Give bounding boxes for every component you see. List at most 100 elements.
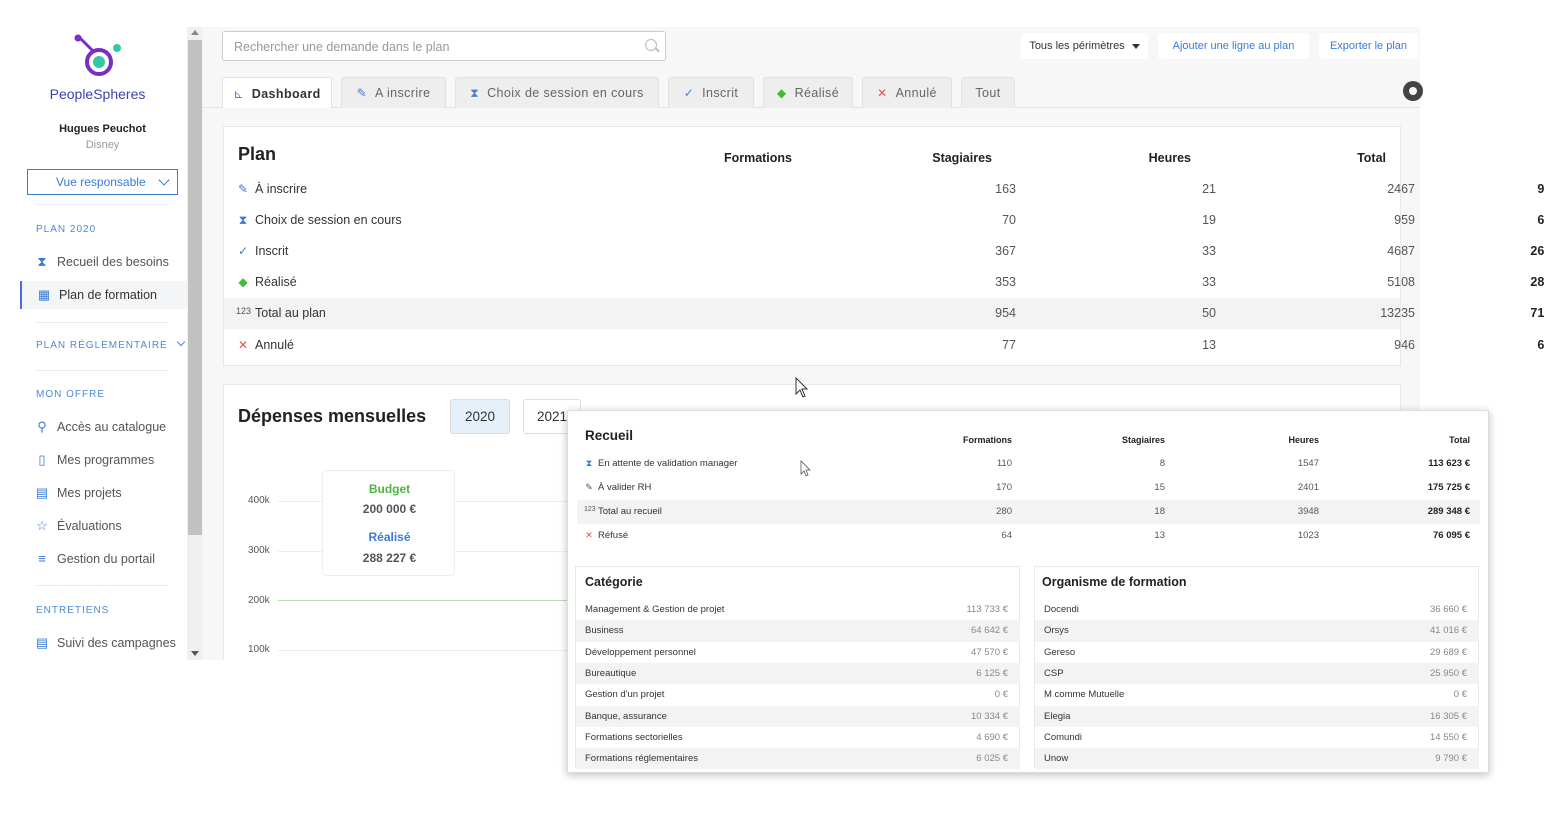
tab-dashboard[interactable]: ⊾ Dashboard (222, 77, 332, 109)
cell-stagiaires: 13 (1202, 338, 1216, 352)
categorie-title: Catégorie (585, 575, 643, 589)
chevron-down-icon (176, 337, 185, 347)
sidebar-item-plan-de-formation[interactable]: ▦ Plan de formation (20, 281, 187, 309)
cell-total: 113 623 € (1428, 458, 1470, 469)
plan-row-annule[interactable]: ✕ Annulé 77 13 946 66 330 € (224, 330, 1544, 361)
cell-stagiaires: 8 (1159, 458, 1165, 469)
hourglass-icon: ⧗ (585, 458, 593, 468)
plan-row-total[interactable]: 123 Total au plan 954 50 13235 714 657 € (224, 298, 1544, 329)
categorie-row[interactable]: Bureautique 6 125 € (576, 662, 1020, 685)
sidebar-item-gestion-du-portail[interactable]: ≡ Gestion du portail (20, 545, 187, 573)
organisme-row[interactable]: CSP 25 950 € (1035, 662, 1479, 685)
tab-annule[interactable]: ✕ Annulé (862, 77, 952, 108)
row-label: CSP (1044, 667, 1064, 679)
gear-icon[interactable] (1403, 81, 1423, 101)
user-company: Disney (85, 139, 120, 151)
organisme-row[interactable]: Elegia 16 305 € (1035, 705, 1479, 727)
organisme-row[interactable]: Unow 9 790 € (1035, 748, 1479, 770)
tab-choix-de-session[interactable]: ⧗ Choix de session en cours (455, 77, 659, 108)
row-label: Banque, assurance (585, 710, 667, 722)
sidebar-item-evaluations[interactable]: ☆ Évaluations (20, 512, 187, 540)
row-label: Formations sectorielles (585, 731, 683, 743)
organisme-row[interactable]: M comme Mutuelle 0 € (1035, 684, 1479, 705)
sidebar-item-recueil-des-besoins[interactable]: ⧗ Recueil des besoins (20, 248, 187, 276)
tab-inscrit[interactable]: ✓ Inscrit (668, 77, 754, 108)
training-plan-icon: ▦ (37, 287, 51, 302)
view-select[interactable]: Vue responsable (27, 169, 178, 195)
cell-total: 76 095 € (1433, 530, 1470, 541)
categorie-row[interactable]: Formations réglementaires 6 025 € (576, 748, 1020, 770)
cross-icon: ✕ (237, 338, 249, 352)
categorie-row[interactable]: Banque, assurance 10 334 € (576, 705, 1020, 727)
organisme-row[interactable]: Comundi 14 550 € (1035, 727, 1479, 748)
export-button[interactable]: Exporter le plan (1319, 33, 1418, 59)
tab-realise[interactable]: ◆ Réalisé (763, 77, 853, 108)
row-label: Comundi (1044, 731, 1083, 743)
organisme-row[interactable]: Docendi 36 660 € (1035, 599, 1479, 620)
budget-line (278, 600, 568, 601)
row-label: Réalisé (255, 275, 297, 289)
recueil-row-attente-manager[interactable]: ⧗ En attente de validation manager 110 8… (577, 452, 1480, 476)
plan-title: Plan (238, 144, 277, 164)
row-label: Orsys (1044, 625, 1069, 637)
row-value: 47 570 € (971, 646, 1008, 658)
cell-total: 261 412 € (1530, 244, 1544, 258)
plan-row-choix-de-session[interactable]: ⧗ Choix de session en cours 70 19 959 66… (224, 205, 1544, 236)
categorie-row[interactable]: Gestion d'un projet 0 € (576, 684, 1020, 705)
categorie-row[interactable]: Business 64 642 € (576, 620, 1020, 642)
sidebar-item-acces-au-catalogue[interactable]: ⚲ Accès au catalogue (20, 413, 187, 441)
sidebar-item-mes-programmes[interactable]: ▯ Mes programmes (20, 446, 187, 474)
scrollbar-thumb[interactable] (188, 40, 202, 535)
row-label: Docendi (1044, 604, 1079, 615)
year-button-2020[interactable]: 2020 (450, 399, 510, 434)
depenses-title: Dépenses mensuelles (238, 406, 427, 426)
row-value: 29 689 € (1430, 646, 1467, 658)
tab-tout[interactable]: Tout (961, 77, 1015, 108)
scroll-up-icon[interactable] (191, 30, 199, 35)
add-line-button[interactable]: Ajouter une ligne au plan (1158, 33, 1309, 59)
row-value: 64 642 € (971, 625, 1008, 637)
tab-a-inscrire[interactable]: ✎ A inscrire (341, 77, 446, 108)
organisme-row[interactable]: Gereso 29 689 € (1035, 642, 1479, 663)
divider (36, 370, 168, 371)
graduation-cap-icon: ◆ (776, 86, 787, 100)
row-value: 36 660 € (1430, 604, 1467, 615)
col-header-stagiaires: Stagiaires (932, 151, 992, 165)
cell-total: 97 964 € (1537, 182, 1544, 196)
plan-row-a-inscrire[interactable]: ✎ À inscrire 163 21 2467 97 964 € (224, 174, 1544, 205)
categorie-row[interactable]: Formations sectorielles 4 690 € (576, 727, 1020, 748)
row-label: Total au plan (255, 306, 326, 320)
section-title-plan-reglementaire[interactable]: PLAN RÉGLEMENTAIRE (36, 337, 185, 351)
recueil-row-refuse[interactable]: ✕ Réfusé 64 13 1023 76 095 € (577, 524, 1480, 548)
categorie-row[interactable]: Développement personnel 47 570 € (576, 642, 1020, 663)
search-input[interactable]: Rechercher une demande dans le plan (222, 31, 666, 61)
divider (36, 585, 168, 586)
perimeter-select[interactable]: Tous les périmètres (1021, 33, 1148, 59)
realise-value: 288 227 € (362, 551, 417, 565)
scroll-down-icon[interactable] (191, 651, 199, 656)
sidebar-item-mes-projets[interactable]: ▤ Mes projets (20, 479, 187, 507)
search-placeholder: Rechercher une demande dans le plan (234, 40, 450, 54)
cell-stagiaires: 15 (1154, 482, 1165, 493)
tab-label: Réalisé (794, 86, 840, 100)
search-icon[interactable] (645, 39, 657, 51)
categorie-row[interactable]: Management & Gestion de projet 113 733 € (576, 599, 1020, 620)
row-value: 6 025 € (976, 753, 1008, 765)
sidebar-item-suivi-des-campagnes[interactable]: ▤ Suivi des campagnes (20, 629, 187, 657)
sidebar-item-label: Mes programmes (57, 453, 155, 467)
cell-heures: 13235 (1380, 306, 1415, 320)
organisme-row[interactable]: Orsys 41 016 € (1035, 620, 1479, 642)
recueil-row-total[interactable]: 123 Total au recueil 280 18 3948 289 348… (577, 500, 1480, 524)
pencil-icon: ✎ (237, 182, 249, 196)
row-label: Unow (1044, 753, 1069, 765)
cell-formations: 77 (1002, 338, 1016, 352)
recueil-row-valider-rh[interactable]: ✎ À valider RH 170 15 2401 175 725 € (577, 476, 1480, 500)
cell-total: 288 227 € (1530, 275, 1544, 289)
cross-icon: ✕ (585, 530, 593, 540)
cell-stagiaires: 21 (1202, 182, 1216, 196)
plan-row-inscrit[interactable]: ✓ Inscrit 367 33 4687 261 412 € (224, 236, 1544, 267)
section-title-plan-2020: PLAN 2020 (36, 224, 97, 235)
plan-row-realise[interactable]: ◆ Réalisé 353 33 5108 288 227 € (224, 267, 1544, 298)
numbers-icon: 123 (584, 506, 596, 513)
cell-total: 66 393 € (1537, 213, 1544, 227)
